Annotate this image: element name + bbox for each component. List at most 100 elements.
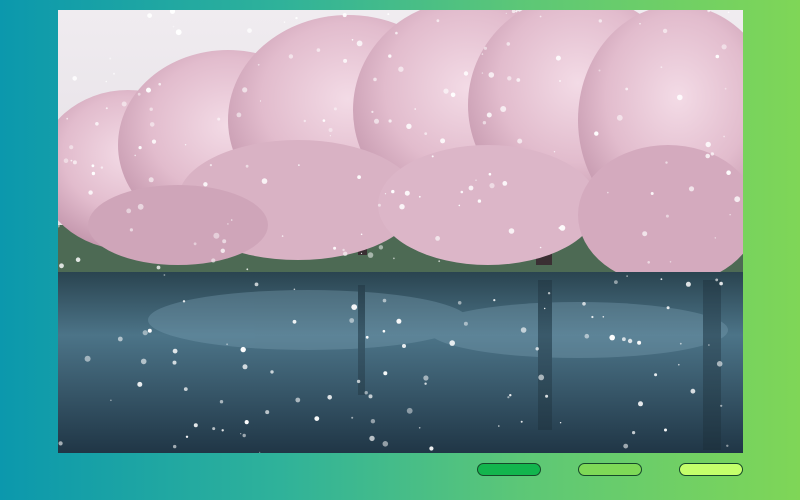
snowflake: [517, 138, 523, 144]
snowflake: [230, 219, 233, 221]
snowflake: [544, 307, 546, 310]
snowflake: [395, 31, 398, 35]
snowflake: [365, 335, 369, 339]
snowflake: [719, 281, 723, 286]
snowflake: [443, 88, 449, 94]
snowflake: [388, 119, 392, 123]
snowflake: [679, 342, 682, 345]
snowflake: [295, 397, 301, 403]
snowflake: [388, 54, 392, 58]
cherry-blossom-photo: [58, 10, 743, 453]
snowflake: [147, 13, 152, 18]
snowflake: [149, 122, 155, 127]
snowflake: [175, 29, 182, 36]
snowflake: [559, 80, 561, 82]
snowflake: [666, 306, 670, 310]
snowflake: [292, 319, 297, 324]
snowflake: [726, 444, 729, 447]
snowflake: [158, 82, 161, 86]
snowflake: [91, 171, 96, 176]
snowflake: [314, 416, 320, 421]
snowflake: [148, 177, 154, 183]
snowflake: [438, 260, 441, 263]
snowflake: [662, 28, 668, 34]
snowflake: [88, 190, 93, 195]
snowflake: [378, 245, 384, 250]
snowflake: [594, 131, 599, 136]
snowflake: [457, 301, 462, 305]
snowflake: [149, 107, 153, 111]
snowflake: [435, 236, 440, 241]
snowflake: [110, 399, 112, 402]
snowflake: [185, 435, 189, 438]
snowflake: [193, 242, 197, 246]
green-button[interactable]: [477, 463, 541, 476]
lime-button[interactable]: [679, 463, 743, 476]
snowflake: [481, 72, 484, 74]
snowflake: [488, 72, 495, 78]
snowflake: [404, 190, 410, 196]
snowflake: [431, 155, 434, 158]
snowflake: [137, 92, 141, 96]
snowflake: [221, 429, 224, 432]
snowflake: [351, 39, 354, 41]
snowflake: [147, 328, 152, 333]
snowflake: [724, 87, 727, 90]
snowflake: [506, 42, 511, 46]
snowflake: [360, 252, 363, 254]
snowflake: [391, 189, 395, 194]
snowflake: [182, 300, 186, 303]
snowflake: [91, 164, 95, 168]
snowflake: [622, 337, 626, 342]
snowflake: [516, 78, 521, 82]
snowflake: [236, 112, 242, 118]
snowflake: [505, 12, 507, 14]
snowflake: [660, 66, 663, 69]
snowflake: [414, 108, 417, 110]
snowflake: [715, 278, 719, 282]
snowflake: [377, 203, 381, 207]
snowflake: [84, 355, 91, 362]
snowflake: [351, 304, 358, 310]
snowflake: [59, 263, 64, 269]
light-green-button[interactable]: [578, 463, 642, 476]
snowflake: [117, 336, 123, 342]
snowflake: [399, 204, 405, 210]
snowflake: [660, 278, 663, 281]
snowflake: [373, 77, 377, 82]
snowflake: [723, 135, 725, 138]
snowflake: [402, 344, 406, 348]
snowflake: [151, 139, 157, 144]
snowflake: [163, 274, 166, 276]
snowflake: [429, 446, 434, 451]
snowflake: [714, 237, 716, 239]
snowflake: [489, 183, 495, 189]
snowflake: [242, 87, 248, 93]
snowflake: [481, 53, 484, 55]
snowflake: [716, 361, 723, 367]
snowflake: [172, 25, 175, 28]
snowflake: [488, 172, 492, 176]
snowflake: [226, 343, 229, 346]
snowflake: [463, 321, 468, 326]
snowflake: [242, 364, 248, 370]
snowflake: [647, 261, 650, 264]
snowflake: [440, 138, 446, 144]
snowflake: [678, 363, 680, 366]
snowflake: [109, 57, 112, 60]
snowflake: [298, 164, 300, 166]
snowflake: [138, 146, 142, 150]
snowflake: [406, 407, 413, 414]
snowflake: [502, 181, 508, 186]
snowflake: [650, 192, 654, 195]
snowflake: [283, 21, 286, 23]
snowflake: [382, 441, 389, 447]
snowflake: [342, 248, 345, 252]
snowflake: [598, 19, 602, 23]
snowflake: [677, 94, 683, 101]
snowflake: [212, 427, 216, 431]
snowflake: [369, 435, 375, 442]
snowflake: [247, 28, 252, 33]
snowflake: [559, 225, 566, 231]
snowflake: [140, 358, 147, 365]
